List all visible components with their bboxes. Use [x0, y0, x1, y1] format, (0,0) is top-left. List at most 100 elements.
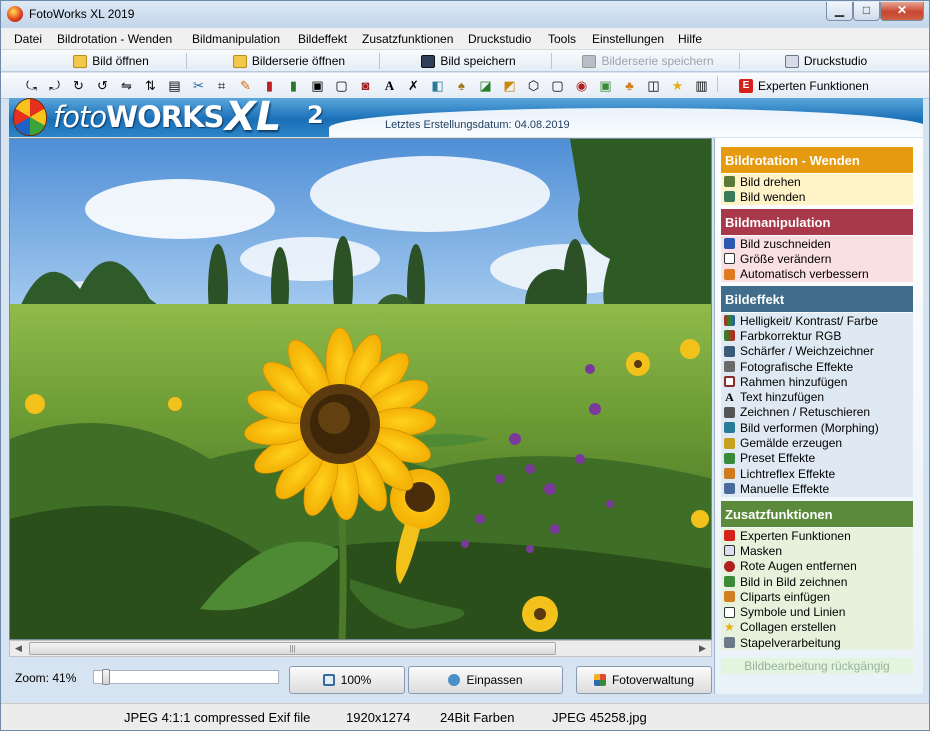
auto-enhance-icon[interactable]: ✎: [237, 77, 254, 94]
rotate-cw-icon[interactable]: ↺: [94, 77, 111, 94]
save-image-label: Bild speichern: [440, 54, 516, 68]
save-image-button[interactable]: Bild speichern: [411, 51, 526, 71]
frame-red-icon[interactable]: ◙: [357, 77, 374, 94]
scroll-right-icon[interactable]: ▶: [694, 641, 711, 656]
floppy-disk-icon: [421, 54, 436, 68]
title-bar[interactable]: FotoWorks XL 2019 ▁ □ ✕: [1, 1, 929, 28]
status-format: JPEG 4:1:1 compressed Exif file: [124, 710, 311, 725]
panel-item-symbols[interactable]: Symbole und Linien: [721, 604, 913, 619]
shapes-icon[interactable]: ◫: [645, 77, 662, 94]
panel-item-presets[interactable]: Preset Effekte: [721, 451, 913, 466]
print-studio-label: Druckstudio: [803, 54, 868, 68]
text-icon: A: [725, 389, 734, 404]
clipart-icon[interactable]: ♣: [621, 77, 638, 94]
flip-vertical-icon[interactable]: ⇅: [142, 77, 159, 94]
panel-item-expert[interactable]: Experten Funktionen: [721, 528, 913, 543]
panel-item-text[interactable]: A Text hinzufügen: [721, 389, 913, 404]
panel-item-resize[interactable]: Größe verändern: [721, 251, 913, 266]
mask-icon[interactable]: ▢: [549, 77, 566, 94]
open-image-button[interactable]: Bild öffnen: [61, 51, 161, 71]
photo-effects-icon[interactable]: ▣: [309, 77, 326, 94]
close-button[interactable]: ✕: [880, 2, 924, 21]
panel-item-brightness[interactable]: Helligkeit/ Kontrast/ Farbe: [721, 313, 913, 328]
minimize-button[interactable]: ▁: [826, 2, 853, 21]
logo-foto: foto: [53, 100, 107, 134]
preset-icon: [724, 452, 735, 464]
panel-item-picture-in-picture[interactable]: Bild in Bild zeichnen: [721, 574, 913, 589]
draw-icon[interactable]: ✗: [405, 77, 422, 94]
preset-icon[interactable]: ◪: [477, 77, 494, 94]
menu-zusatzfunktionen[interactable]: Zusatzfunktionen: [362, 32, 453, 46]
text-icon[interactable]: A: [381, 77, 398, 94]
batch-icon[interactable]: ▥: [693, 77, 710, 94]
panel-item-red-eye[interactable]: Rote Augen entfernen: [721, 559, 913, 574]
rotate-right-icon[interactable]: ⤾: [46, 77, 63, 94]
menu-bildmanipulation[interactable]: Bildmanipulation: [192, 32, 280, 46]
panel-item-morph[interactable]: Bild verformen (Morphing): [721, 420, 913, 435]
menu-einstellungen[interactable]: Einstellungen: [592, 32, 664, 46]
frame-icon[interactable]: ▢: [333, 77, 350, 94]
panel-item-masks[interactable]: Masken: [721, 543, 913, 558]
maximize-button[interactable]: □: [853, 2, 880, 21]
picture-in-picture-icon[interactable]: ▣: [597, 77, 614, 94]
toolbar-divider: [186, 53, 187, 69]
lens-flare-icon[interactable]: ◩: [501, 77, 518, 94]
scroll-left-icon[interactable]: ◀: [10, 641, 27, 656]
menu-tools[interactable]: Tools: [548, 32, 576, 46]
app-logo-icon: [7, 6, 23, 22]
horizontal-scrollbar[interactable]: ◀ ||| ▶: [9, 640, 712, 657]
manual-effects-icon[interactable]: ⬡: [525, 77, 542, 94]
resize-icon[interactable]: ⌗: [213, 77, 230, 94]
panel-item-collage[interactable]: ★ Collagen erstellen: [721, 620, 913, 635]
image-canvas[interactable]: [9, 138, 712, 640]
red-eye-icon[interactable]: ◉: [573, 77, 590, 94]
scrollbar-thumb[interactable]: |||: [29, 642, 556, 655]
collage-star-icon[interactable]: ★: [669, 77, 686, 94]
zoom-slider-thumb[interactable]: [102, 669, 110, 685]
painting-icon[interactable]: ♠: [453, 77, 470, 94]
mask-icon: [724, 545, 735, 557]
rgb-levels-icon[interactable]: ▮: [261, 77, 278, 94]
panel-item-painting[interactable]: Gemälde erzeugen: [721, 435, 913, 450]
panel-item-frame[interactable]: Rahmen hinzufügen: [721, 374, 913, 389]
rgb-icon: [724, 330, 735, 342]
panel-item-clipart[interactable]: Cliparts einfügen: [721, 589, 913, 604]
panel-item-draw[interactable]: Zeichnen / Retuschieren: [721, 405, 913, 420]
expert-functions-button[interactable]: E Experten Funktionen: [739, 76, 869, 96]
menu-datei[interactable]: Datei: [14, 32, 42, 46]
section-header-manipulation[interactable]: Bildmanipulation: [721, 209, 913, 235]
rotate-left-icon[interactable]: ⤿: [23, 77, 40, 94]
undo-button[interactable]: Bildbearbeitung rückgängig: [721, 658, 913, 674]
menu-hilfe[interactable]: Hilfe: [678, 32, 702, 46]
menu-druckstudio[interactable]: Druckstudio: [468, 32, 531, 46]
panel-item-auto-enhance[interactable]: Automatisch verbessern: [721, 267, 913, 282]
section-header-effects[interactable]: Bildeffekt: [721, 286, 913, 312]
panel-item-crop[interactable]: Bild zuschneiden: [721, 236, 913, 251]
open-series-button[interactable]: Bilderserie öffnen: [223, 51, 355, 71]
panel-item-rotate-image[interactable]: Bild drehen: [721, 174, 913, 189]
panel-item-lens-flare[interactable]: Lichtreflex Effekte: [721, 466, 913, 481]
panel-item-photo-effects[interactable]: Fotografische Effekte: [721, 359, 913, 374]
save-series-button[interactable]: Bilderserie speichern: [573, 51, 723, 71]
scanner-icon[interactable]: ▤: [166, 77, 183, 94]
panel-item-batch[interactable]: Stapelverarbeitung: [721, 635, 913, 650]
morph-icon[interactable]: ◧: [429, 77, 446, 94]
hot-air-balloon-logo-icon: [13, 98, 47, 136]
fit-button[interactable]: Einpassen: [408, 666, 563, 694]
menu-bildeffekt[interactable]: Bildeffekt: [298, 32, 347, 46]
print-studio-button[interactable]: Druckstudio: [776, 51, 876, 71]
photo-manager-button[interactable]: Fotoverwaltung: [576, 666, 712, 694]
panel-item-rgb[interactable]: Farbkorrektur RGB: [721, 328, 913, 343]
panel-item-manual-effects[interactable]: Manuelle Effekte: [721, 481, 913, 496]
zoom-slider[interactable]: [93, 669, 279, 685]
section-header-rotation[interactable]: Bildrotation - Wenden: [721, 147, 913, 173]
section-header-extras[interactable]: Zusatzfunktionen: [721, 501, 913, 527]
rotate-ccw-icon[interactable]: ↻: [70, 77, 87, 94]
crop-icon[interactable]: ✂: [190, 77, 207, 94]
menu-bildrotation[interactable]: Bildrotation - Wenden: [57, 32, 172, 46]
zoom-100-button[interactable]: 100%: [289, 666, 405, 694]
panel-item-flip-image[interactable]: Bild wenden: [721, 189, 913, 204]
flip-horizontal-icon[interactable]: ⇋: [118, 77, 135, 94]
sharpen-icon[interactable]: ▮: [285, 77, 302, 94]
panel-item-sharpen[interactable]: Schärfer / Weichzeichner: [721, 344, 913, 359]
